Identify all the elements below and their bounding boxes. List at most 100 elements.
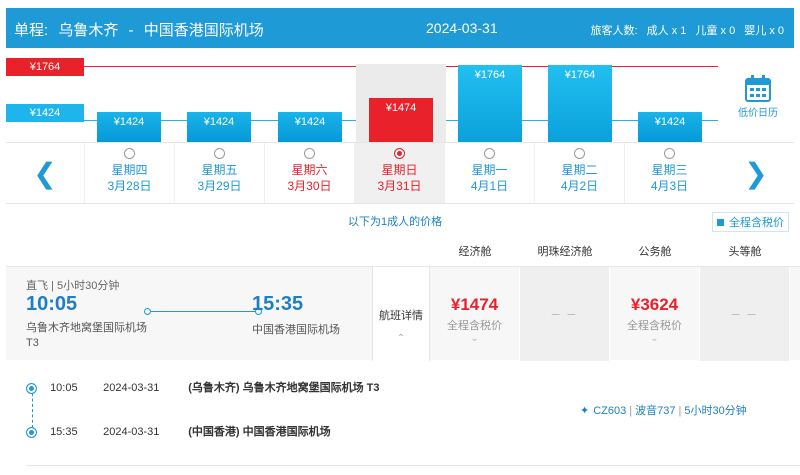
date-label: 3月31日	[377, 179, 422, 193]
day-item-7[interactable]: 星期三 4月3日	[624, 143, 714, 203]
leg-date: 2024-03-31	[103, 426, 160, 438]
weekday-label: 星期五	[201, 163, 238, 177]
date-label: 3月28日	[107, 179, 152, 193]
chevron-right-icon: ❯	[744, 157, 768, 189]
leg-airport: (乌鲁木齐) 乌鲁木齐地窝堡国际机场 T3	[188, 382, 380, 394]
price-bar-day-2[interactable]: ¥1424	[187, 112, 251, 142]
high-price-tag: ¥1764	[6, 58, 84, 76]
date-label: 4月1日	[470, 179, 509, 193]
date-label: 3月30日	[287, 179, 332, 193]
weekday-label: 星期六	[291, 163, 328, 177]
leg-dot-icon	[26, 426, 37, 438]
date-label: 3月29日	[197, 179, 242, 193]
day-item-4-selected[interactable]: 星期日 3月31日	[354, 143, 444, 203]
weekday-label: 星期一	[471, 163, 508, 177]
leg-departure: 10:05 2024-03-31 (乌鲁木齐) 乌鲁木齐地窝堡国际机场 T3	[26, 379, 379, 395]
day-radio[interactable]	[664, 148, 675, 159]
flight-number-info: ✦ CZ603 | 波音737 | 5小时30分钟	[580, 405, 747, 417]
pax-label: 旅客人数:	[590, 25, 638, 37]
trip-type-label: 单程:	[14, 22, 49, 39]
low-price-tag: ¥1424	[6, 104, 84, 122]
search-summary-bar: 单程: 乌鲁木齐 - 中国香港国际机场 2024-03-31 旅客人数: 成人 …	[6, 8, 794, 48]
price-bar-day-5[interactable]: ¥1764	[458, 65, 522, 142]
date-selector: ❮ 星期四 3月28日 星期五 3月29日 星期六 3月30日 星期日 3月31…	[6, 142, 794, 204]
price-bar-day-7[interactable]: ¥1424	[638, 112, 702, 142]
route: 单程: 乌鲁木齐 - 中国香港国际机场	[14, 19, 270, 40]
price-bar-day-4-selected[interactable]: ¥1474	[369, 98, 433, 156]
cabin-header-business: 公务舱	[638, 246, 672, 258]
day-radio[interactable]	[484, 148, 495, 159]
prev-week-button[interactable]: ❮	[6, 143, 84, 203]
day-radio[interactable]	[124, 148, 135, 159]
low-price-calendar-button[interactable]: 低价日历	[722, 74, 794, 134]
fare-premium-economy: – –	[520, 267, 610, 361]
divider	[26, 465, 800, 466]
day-item-5[interactable]: 星期一 4月1日	[444, 143, 534, 203]
arrival-time: 15:35	[252, 293, 304, 315]
flight-type-duration: 直飞 | 5小时30分钟	[26, 280, 120, 292]
adult-count: 成人 x 1	[646, 25, 687, 37]
fare-unavailable: – –	[551, 305, 578, 321]
aircraft-type[interactable]: 波音737	[635, 405, 675, 417]
weekday-label: 星期四	[111, 163, 148, 177]
day-item-6[interactable]: 星期二 4月2日	[534, 143, 624, 203]
flight-details-button[interactable]: 航班详情 ⌃	[372, 267, 430, 361]
fare-price: ¥1474	[450, 295, 499, 314]
tax-toggle-label: 全程含税价	[729, 217, 784, 229]
fare-business[interactable]: ¥3624 全程含税价 ⌄	[610, 267, 700, 361]
calendar-label: 低价日历	[738, 108, 778, 119]
chevron-up-icon: ⌃	[396, 333, 406, 344]
departure-airport: 乌鲁木齐地窝堡国际机场 T3	[26, 322, 147, 349]
arrival-airport: 中国香港国际机场	[252, 324, 340, 336]
day-radio-selected[interactable]	[394, 148, 405, 159]
flight-duration: 5小时30分钟	[684, 405, 747, 417]
fare-price: ¥3624	[630, 295, 679, 314]
passenger-count: 旅客人数: 成人 x 1 儿童 x 0 婴儿 x 0	[585, 22, 784, 38]
tax-included-toggle[interactable]: 全程含税价	[712, 212, 789, 232]
leg-time: 10:05	[50, 382, 78, 394]
calendar-icon	[722, 74, 794, 102]
price-bar-day-6[interactable]: ¥1764	[548, 65, 612, 142]
flight-legs: 10:05 2024-03-31 (乌鲁木齐) 乌鲁木齐地窝堡国际机场 T3 ✦…	[6, 368, 800, 475]
day-item-2[interactable]: 星期五 3月29日	[174, 143, 264, 203]
day-item-1[interactable]: 星期四 3月28日	[84, 143, 174, 203]
price-bar-day-3[interactable]: ¥1424	[278, 112, 342, 142]
details-label: 航班详情	[379, 310, 423, 322]
fare-tax-label: 全程含税价	[627, 320, 682, 332]
leg-arrival: 15:35 2024-03-31 (中国香港) 中国香港国际机场	[26, 423, 331, 439]
price-bar-day-1[interactable]: ¥1424	[97, 112, 161, 142]
price-note: 以下为1成人的价格	[348, 216, 443, 228]
chevron-left-icon: ❮	[33, 157, 57, 189]
fare-tax-label: 全程含税价	[447, 320, 502, 332]
fare-economy[interactable]: ¥1474 全程含税价 ⌄	[430, 267, 520, 361]
day-radio[interactable]	[574, 148, 585, 159]
leg-airport: (中国香港) 中国香港国际机场	[188, 426, 331, 438]
chevron-down-icon: ⌄	[470, 333, 479, 344]
flight-number[interactable]: CZ603	[593, 405, 626, 417]
next-week-button[interactable]: ❯	[718, 143, 794, 203]
day-item-3[interactable]: 星期六 3月30日	[264, 143, 354, 203]
fare-first: – –	[700, 267, 790, 361]
departure-time: 10:05	[26, 293, 78, 315]
destination-airport: 中国香港国际机场	[143, 22, 264, 39]
cabin-header-first: 头等舱	[728, 246, 762, 258]
cabin-header-economy: 经济舱	[458, 246, 492, 258]
fare-unavailable: – –	[731, 305, 758, 321]
date-label: 4月2日	[560, 179, 599, 193]
origin-city: 乌鲁木齐	[58, 22, 119, 39]
date-label: 4月3日	[650, 179, 689, 193]
airline-logo-icon: ✦	[580, 405, 590, 417]
route-line	[144, 308, 262, 315]
day-radio[interactable]	[304, 148, 315, 159]
cabin-header-premium-economy: 明珠经济舱	[537, 246, 593, 258]
leg-time: 15:35	[50, 426, 78, 438]
travel-date: 2024-03-31	[426, 20, 498, 36]
day-radio[interactable]	[214, 148, 225, 159]
checkbox-icon[interactable]	[717, 219, 724, 226]
infant-count: 婴儿 x 0	[744, 25, 784, 37]
weekday-label: 星期日	[381, 163, 418, 177]
chevron-down-icon: ⌄	[650, 333, 659, 344]
flight-row: 直飞 | 5小时30分钟 10:05 15:35 乌鲁木齐地窝堡国际机场 T3 …	[6, 266, 800, 361]
leg-date: 2024-03-31	[103, 382, 160, 394]
child-count: 儿童 x 0	[695, 25, 736, 37]
